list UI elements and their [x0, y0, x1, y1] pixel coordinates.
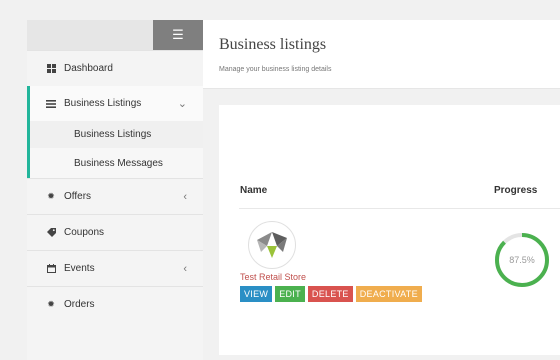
gear-icon: ✹	[47, 191, 55, 201]
sidebar-item-dashboard[interactable]: Dashboard	[27, 50, 203, 86]
gear-icon: ✹	[47, 299, 55, 309]
sidebar: ☰ Dashboard Business Listings ⌄ Business…	[27, 20, 203, 360]
sidebar-item-offers[interactable]: ✹ Offers ‹	[27, 178, 203, 214]
sidebar-item-label: Dashboard	[64, 63, 113, 74]
sidebar-item-label: Offers	[64, 191, 92, 202]
sidebar-group-business-listings: Business Listings ⌄ Business Listings Bu…	[27, 86, 203, 178]
chevron-left-icon: ‹	[183, 190, 187, 203]
sidebar-item-label: Business Listings	[64, 98, 142, 109]
chevron-down-icon: ⌄	[177, 98, 187, 110]
edit-button[interactable]: EDIT	[275, 286, 305, 302]
submenu-item-business-messages[interactable]: Business Messages	[30, 148, 203, 178]
sidebar-item-label: Coupons	[64, 227, 105, 238]
tag-icon	[46, 228, 56, 237]
listings-card: Name Progress Test Retail Store VIEW EDI…	[219, 105, 560, 355]
chevron-left-icon: ‹	[183, 262, 187, 275]
sidebar-item-label: Orders	[64, 299, 95, 310]
sidebar-toggle-button[interactable]: ☰	[153, 20, 203, 50]
table-divider	[239, 208, 560, 209]
submenu-item-business-listings[interactable]: Business Listings	[30, 121, 203, 148]
page-header: Business listings Manage your business l…	[203, 20, 560, 89]
deactivate-button[interactable]: DEACTIVATE	[355, 286, 422, 302]
sidebar-header: ☰	[27, 20, 203, 50]
list-icon	[46, 99, 56, 108]
progress-label: 87.5%	[509, 255, 535, 265]
store-logo-icon	[257, 232, 287, 258]
grid-icon	[46, 64, 56, 73]
column-header-name: Name	[240, 185, 268, 196]
sidebar-item-coupons[interactable]: Coupons	[27, 214, 203, 250]
sidebar-item-label: Events	[64, 263, 95, 274]
page-subtitle: Manage your business listing details	[219, 66, 332, 73]
row-actions: VIEW EDIT DELETE DEACTIVATE	[240, 286, 422, 302]
sidebar-item-orders[interactable]: ✹ Orders	[27, 286, 203, 322]
store-name[interactable]: Test Retail Store	[240, 272, 306, 282]
sidebar-item-business-listings[interactable]: Business Listings ⌄	[30, 86, 203, 121]
column-header-progress: Progress	[494, 185, 538, 196]
delete-button[interactable]: DELETE	[307, 286, 353, 302]
calendar-icon	[46, 264, 56, 273]
view-button[interactable]: VIEW	[240, 286, 273, 302]
store-logo[interactable]	[248, 221, 296, 269]
page-title: Business listings	[219, 36, 327, 53]
sidebar-item-events[interactable]: Events ‹	[27, 250, 203, 286]
hamburger-menu-icon: ☰	[172, 27, 184, 42]
